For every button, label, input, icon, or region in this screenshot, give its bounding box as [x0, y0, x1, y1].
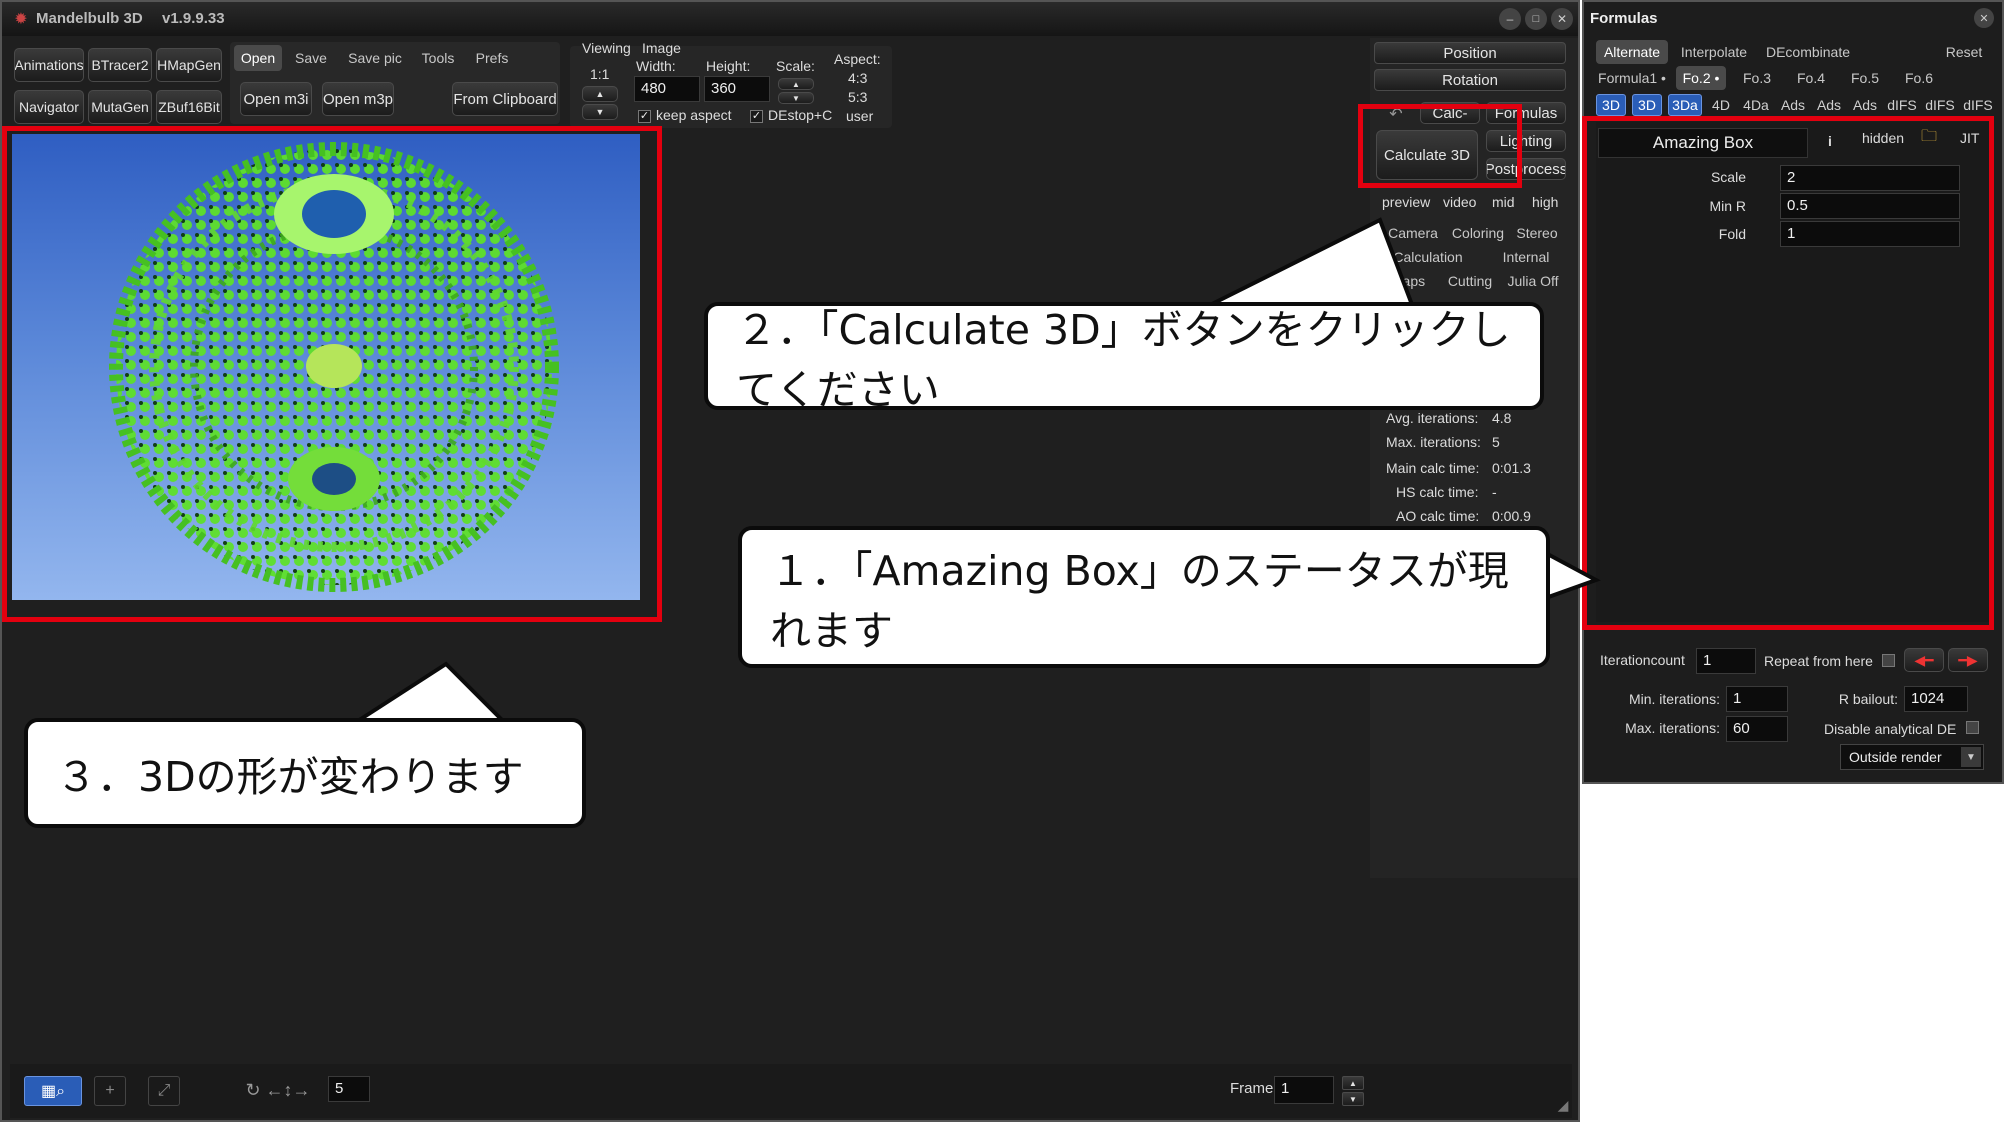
- callout-step2-text: ２．「Calculate 3D」ボタンをクリックしてください: [736, 306, 1511, 414]
- callout-step3-text: ３．3Dの形が変わります: [56, 753, 524, 801]
- callout-step1-text: １．「Amazing Box」のステータスが現れます: [770, 547, 1509, 655]
- callout-step2: ２．「Calculate 3D」ボタンをクリックしてください: [704, 302, 1544, 414]
- callout-step3: ３．3Dの形が変わります: [24, 718, 586, 828]
- callout-step1: １．「Amazing Box」のステータスが現れます: [738, 526, 1550, 668]
- callout-pointer-step3: [343, 661, 513, 728]
